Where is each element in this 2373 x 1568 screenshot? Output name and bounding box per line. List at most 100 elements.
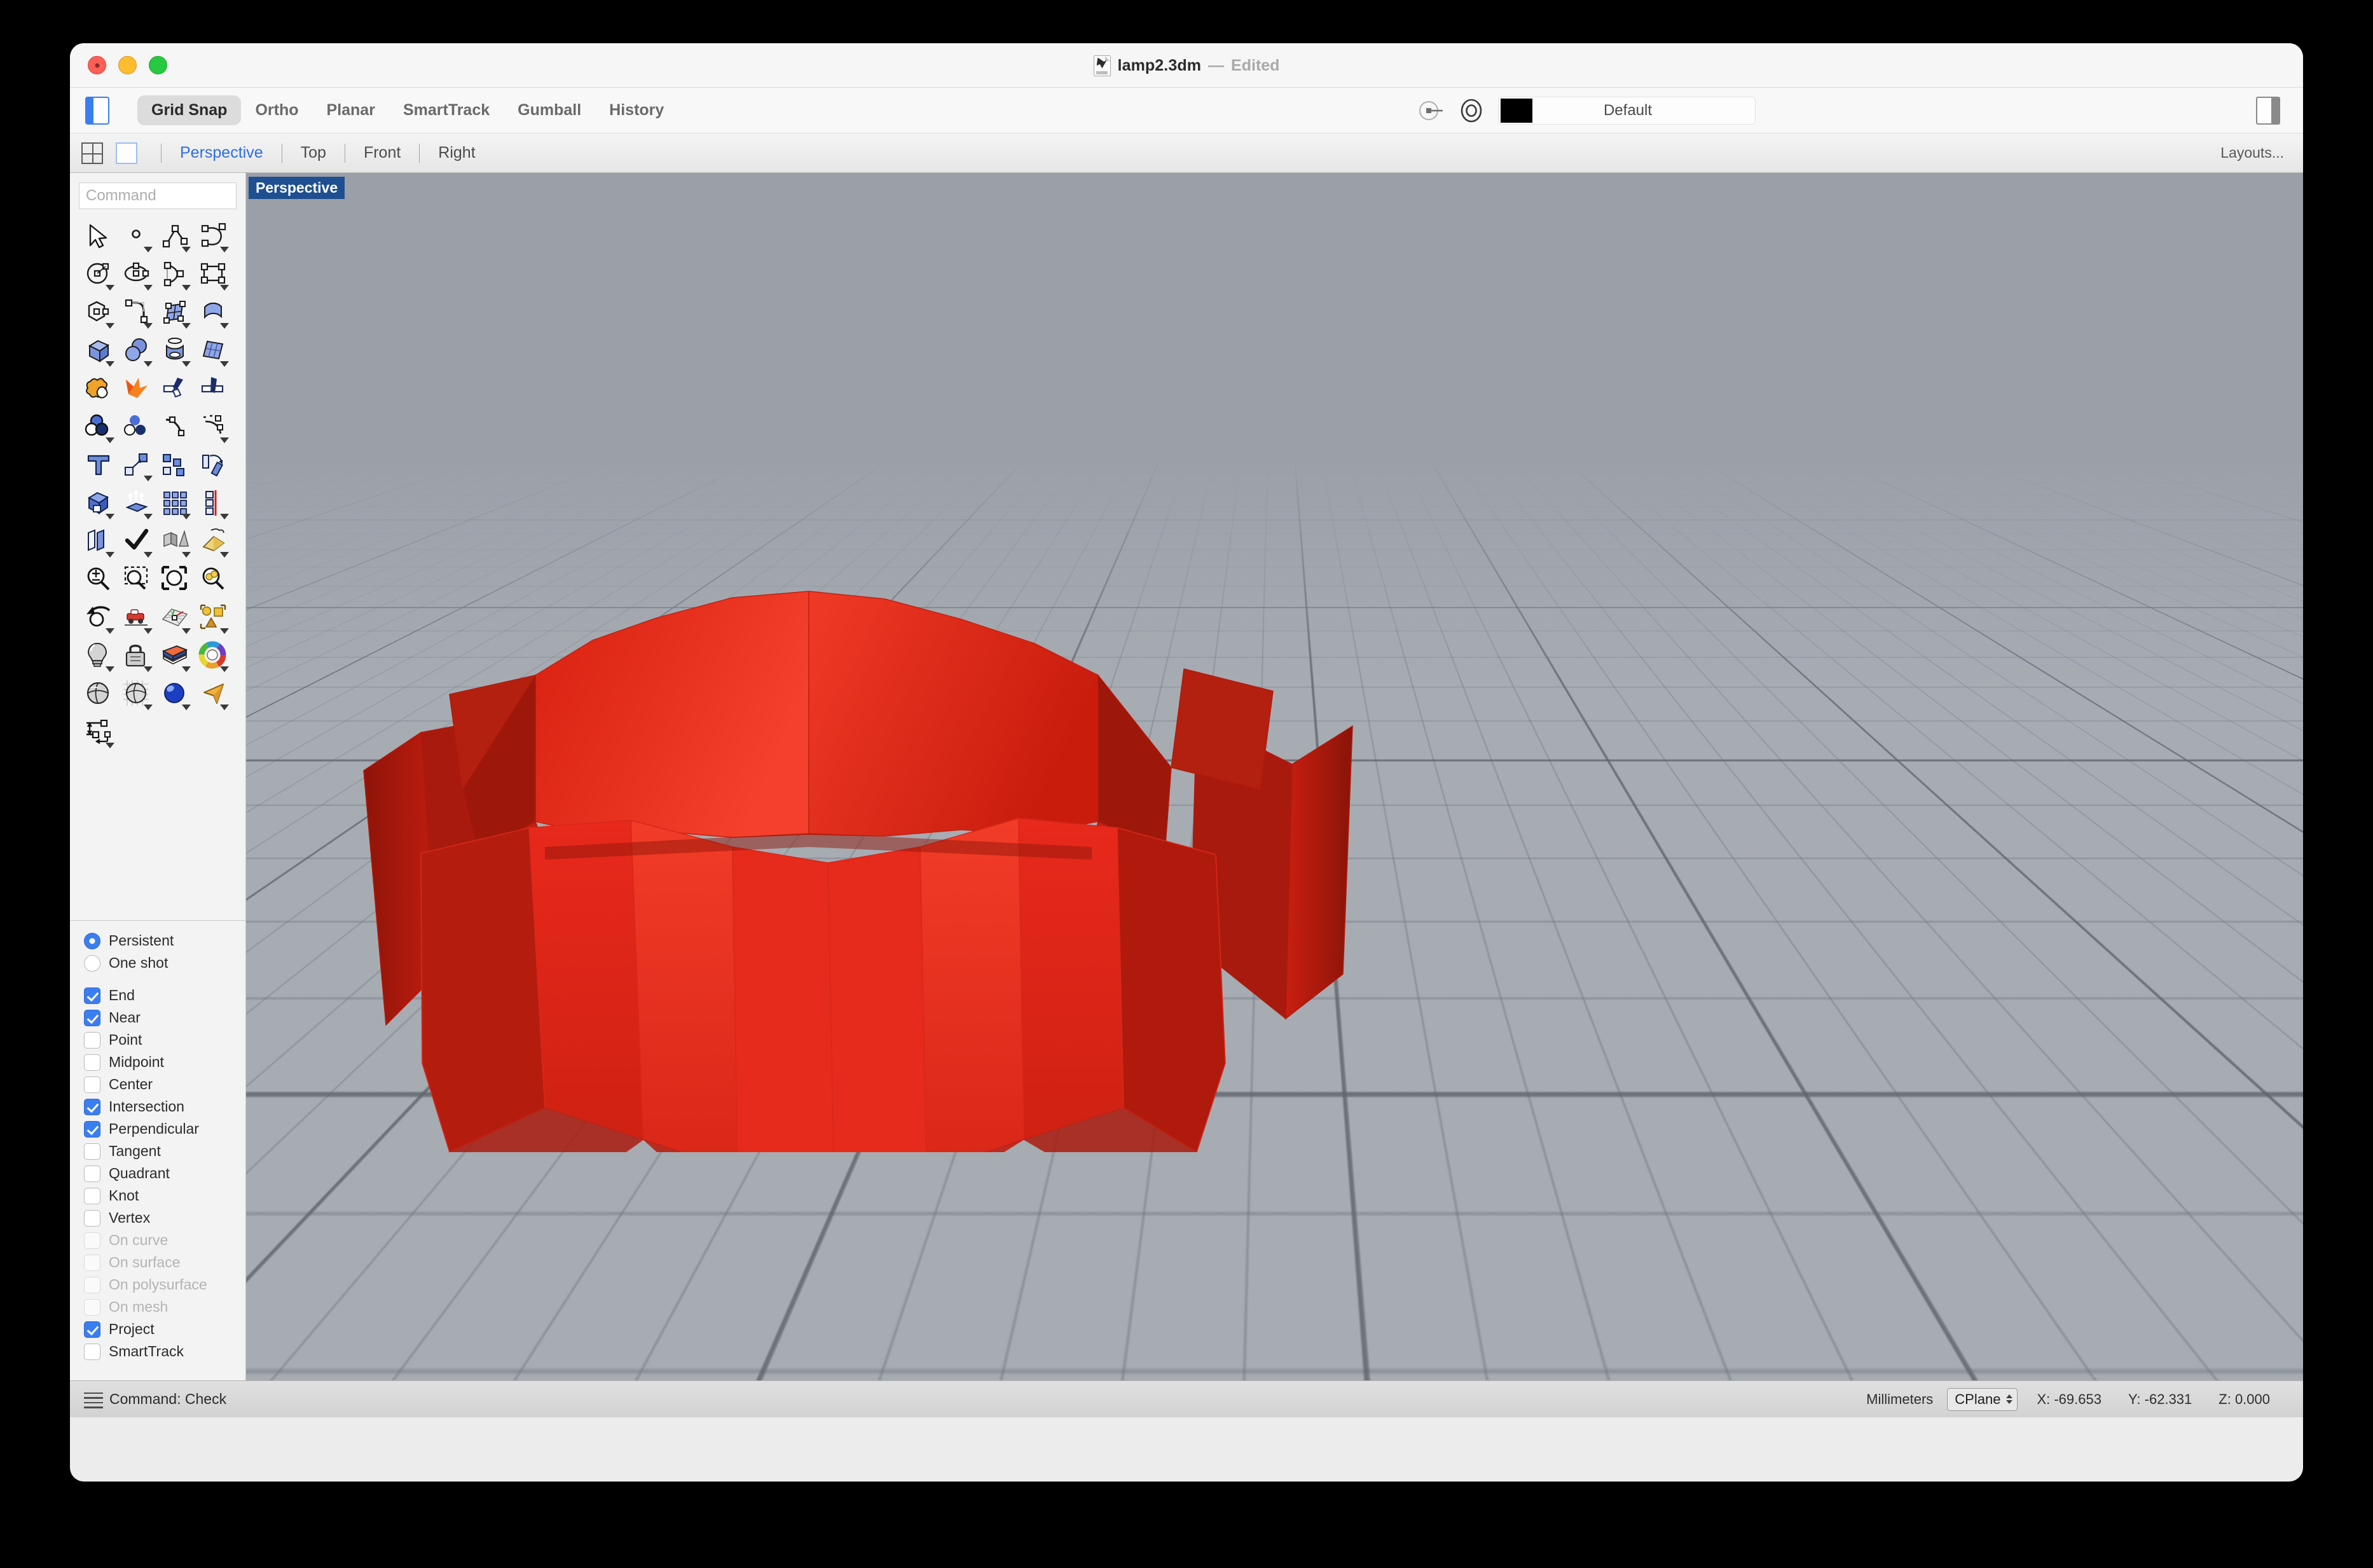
ellipse-icon[interactable] bbox=[118, 256, 156, 294]
rectangle-icon[interactable] bbox=[195, 256, 233, 294]
sidebar-right-icon[interactable] bbox=[2256, 97, 2280, 125]
maximize-button[interactable] bbox=[149, 56, 167, 74]
polygon-icon[interactable] bbox=[80, 294, 118, 333]
box-icon[interactable] bbox=[80, 333, 118, 371]
checkbox-indicator[interactable] bbox=[84, 1188, 100, 1204]
fillet-curve-icon[interactable] bbox=[118, 294, 156, 333]
layer-color-swatch[interactable] bbox=[1501, 99, 1532, 123]
lamp-polysurface-model[interactable] bbox=[326, 580, 1394, 1152]
sphere-union-icon[interactable] bbox=[118, 333, 156, 371]
layers-icon[interactable] bbox=[156, 638, 195, 676]
array-icon[interactable] bbox=[156, 485, 195, 523]
checkbox-indicator[interactable] bbox=[84, 1121, 100, 1138]
viewport-tab-perspective[interactable]: Perspective bbox=[172, 144, 271, 162]
fillet-edge-icon[interactable] bbox=[156, 409, 195, 447]
boolean-difference-icon[interactable] bbox=[80, 409, 118, 447]
light-icon[interactable] bbox=[80, 638, 118, 676]
curve-icon[interactable] bbox=[195, 218, 233, 256]
osnap-smarttrack[interactable]: SmartTrack bbox=[84, 1340, 245, 1363]
checkbox-indicator[interactable] bbox=[84, 1032, 100, 1049]
checkbox-indicator[interactable] bbox=[84, 1099, 100, 1115]
render-hand-icon[interactable] bbox=[195, 523, 233, 561]
osnap-mode-persistent[interactable]: Persistent bbox=[84, 930, 245, 952]
text-icon[interactable] bbox=[80, 447, 118, 485]
shaded-view-icon[interactable] bbox=[80, 676, 118, 714]
osnap-project[interactable]: Project bbox=[84, 1318, 245, 1340]
boolean-union-icon[interactable] bbox=[80, 371, 118, 409]
rendered-view-icon[interactable] bbox=[156, 676, 195, 714]
single-view-icon[interactable] bbox=[116, 142, 137, 164]
explode-icon[interactable] bbox=[118, 371, 156, 409]
zoom-extents-icon[interactable] bbox=[156, 561, 195, 600]
lock-icon[interactable] bbox=[118, 638, 156, 676]
checkbox-indicator[interactable] bbox=[84, 1344, 100, 1360]
point-icon[interactable] bbox=[118, 218, 156, 256]
select-arrow-icon[interactable] bbox=[80, 218, 118, 256]
toggle-planar[interactable]: Planar bbox=[313, 95, 389, 125]
command-input[interactable] bbox=[79, 182, 237, 209]
osnap-intersection[interactable]: Intersection bbox=[84, 1096, 245, 1118]
polyline-icon[interactable] bbox=[156, 218, 195, 256]
boolean-split-icon[interactable] bbox=[118, 409, 156, 447]
zoom-previous-icon[interactable] bbox=[80, 600, 118, 638]
surface-patch-icon[interactable] bbox=[195, 333, 233, 371]
check-icon[interactable] bbox=[118, 523, 156, 561]
surface-from-points-icon[interactable] bbox=[156, 294, 195, 333]
color-wheel-icon[interactable] bbox=[195, 638, 233, 676]
viewport-tab-right[interactable]: Right bbox=[430, 144, 483, 162]
layer-circle-icon[interactable] bbox=[1457, 97, 1485, 125]
viewport-tab-top[interactable]: Top bbox=[293, 144, 334, 162]
osnap-quadrant[interactable]: Quadrant bbox=[84, 1162, 245, 1185]
pan-icon[interactable] bbox=[118, 600, 156, 638]
blend-curve-icon[interactable] bbox=[195, 409, 233, 447]
zoom-in-out-icon[interactable] bbox=[80, 561, 118, 600]
toggle-ortho[interactable]: Ortho bbox=[241, 95, 312, 125]
extrude-up-icon[interactable] bbox=[118, 485, 156, 523]
ghosted-view-icon[interactable] bbox=[118, 676, 156, 714]
osnap-vertex[interactable]: Vertex bbox=[84, 1207, 245, 1229]
osnap-point[interactable]: Point bbox=[84, 1029, 245, 1051]
radio-indicator[interactable] bbox=[84, 955, 100, 972]
osnap-tangent[interactable]: Tangent bbox=[84, 1140, 245, 1162]
osnap-near[interactable]: Near bbox=[84, 1007, 245, 1029]
close-button[interactable] bbox=[88, 56, 106, 74]
circle-icon[interactable] bbox=[80, 256, 118, 294]
select-objects-icon[interactable] bbox=[195, 600, 233, 638]
viewport-tab-front[interactable]: Front bbox=[356, 144, 408, 162]
zoom-window-icon[interactable] bbox=[118, 561, 156, 600]
checkbox-indicator[interactable] bbox=[84, 1054, 100, 1071]
dimension-icon[interactable] bbox=[80, 714, 118, 752]
solid-edit-icon[interactable] bbox=[80, 485, 118, 523]
copy-icon[interactable] bbox=[156, 447, 195, 485]
toggle-history[interactable]: History bbox=[595, 95, 678, 125]
menu-icon[interactable] bbox=[84, 1393, 103, 1406]
minimize-button[interactable] bbox=[118, 56, 137, 74]
mirror-icon[interactable] bbox=[195, 485, 233, 523]
layer-selector[interactable]: Default bbox=[1498, 97, 1756, 125]
toggle-grid-snap[interactable]: Grid Snap bbox=[137, 95, 241, 125]
extrude-surface-icon[interactable] bbox=[195, 294, 233, 333]
camera-icon[interactable] bbox=[195, 676, 233, 714]
sidebar-left-icon[interactable] bbox=[85, 97, 109, 125]
perspective-viewport[interactable]: Perspective z y x bbox=[246, 173, 2303, 1380]
rotate-icon[interactable] bbox=[195, 447, 233, 485]
trim-icon[interactable] bbox=[156, 371, 195, 409]
toggle-smarttrack[interactable]: SmartTrack bbox=[389, 95, 504, 125]
osnap-knot[interactable]: Knot bbox=[84, 1185, 245, 1207]
osnap-mode-one-shot[interactable]: One shot bbox=[84, 952, 245, 974]
cplane-dropdown[interactable]: CPlane bbox=[1947, 1388, 2018, 1411]
offset-icon[interactable] bbox=[80, 523, 118, 561]
checkbox-indicator[interactable] bbox=[84, 987, 100, 1004]
shade-objects-icon[interactable] bbox=[156, 523, 195, 561]
checkbox-indicator[interactable] bbox=[84, 1143, 100, 1160]
split-icon[interactable] bbox=[195, 371, 233, 409]
osnap-midpoint[interactable]: Midpoint bbox=[84, 1051, 245, 1073]
revolve-icon[interactable] bbox=[156, 333, 195, 371]
checkbox-indicator[interactable] bbox=[84, 1166, 100, 1182]
zoom-selected-icon[interactable] bbox=[195, 561, 233, 600]
checkbox-indicator[interactable] bbox=[84, 1210, 100, 1227]
layer-target-icon[interactable] bbox=[1417, 97, 1445, 125]
osnap-center[interactable]: Center bbox=[84, 1073, 245, 1096]
osnap-perpendicular[interactable]: Perpendicular bbox=[84, 1118, 245, 1140]
radio-indicator[interactable] bbox=[84, 933, 100, 949]
